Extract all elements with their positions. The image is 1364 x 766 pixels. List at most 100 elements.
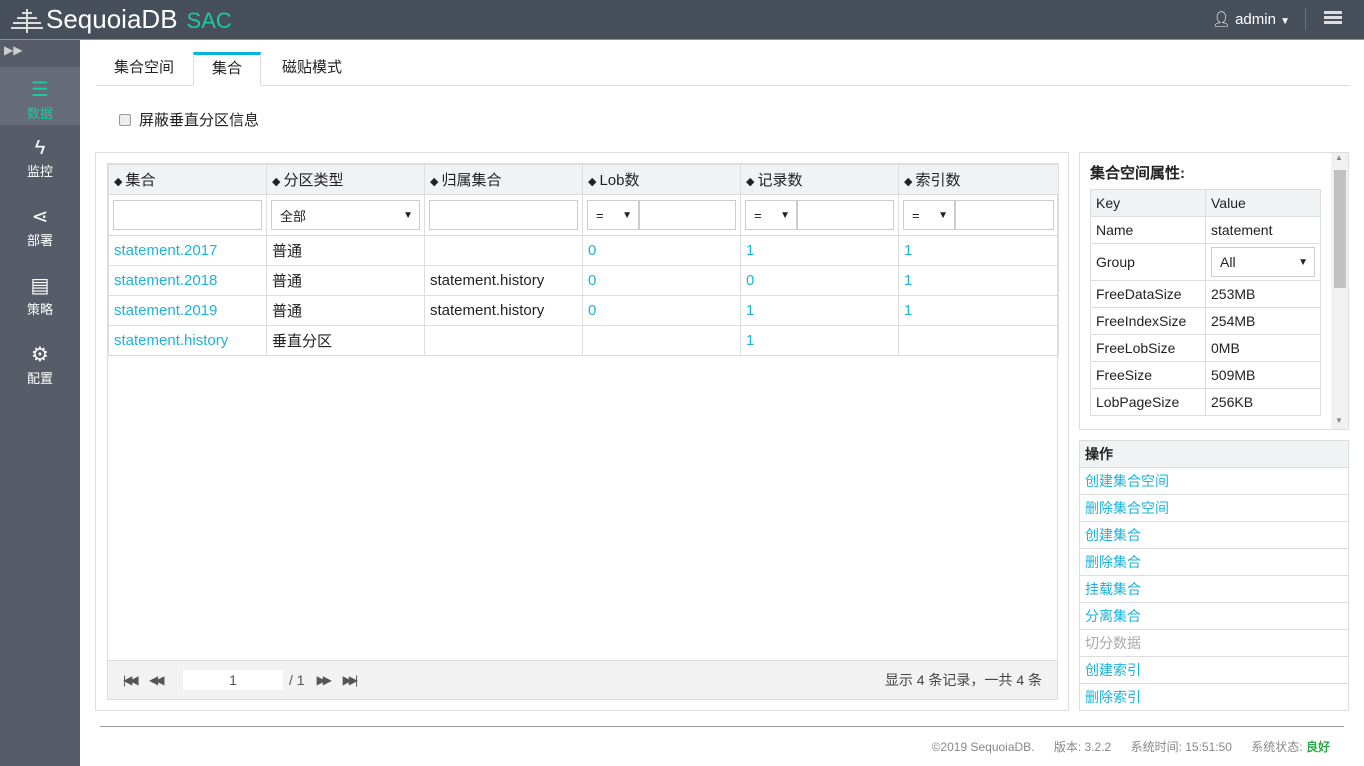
table-row: statement.2017 普通 0 1 1	[108, 235, 1059, 266]
sort-icon: ◆	[272, 176, 281, 188]
tab-tile-mode[interactable]: 磁贴模式	[264, 52, 360, 86]
tab-collection-space[interactable]: 集合空间	[96, 52, 192, 86]
scrollbar[interactable]: ▲ ▼	[1331, 153, 1348, 429]
caret-down-icon: ▼	[1280, 16, 1290, 27]
cell-name[interactable]: statement.2019	[108, 295, 267, 326]
operation-item[interactable]: 创建集合	[1080, 522, 1348, 549]
cell-lob	[582, 325, 741, 356]
bolt-icon: ϟ	[34, 137, 46, 159]
indexes-operator-select[interactable]: = ▼	[903, 200, 955, 230]
property-key: FreeLobSize	[1090, 334, 1206, 362]
menu-icon[interactable]	[1324, 11, 1342, 25]
operation-item[interactable]: 删除集合空间	[1080, 495, 1348, 522]
property-key: Name	[1090, 216, 1206, 244]
records-filter-input[interactable]	[797, 200, 894, 230]
column-header-lob[interactable]: ◆ Lob数	[582, 164, 741, 195]
cell-parent	[424, 235, 583, 266]
sidebar-item-config[interactable]: ⚙ 配置	[0, 332, 80, 401]
cell-name[interactable]: statement.2017	[108, 235, 267, 266]
gears-icon: ⚙	[31, 344, 49, 366]
operation-item[interactable]: 创建集合空间	[1080, 468, 1348, 495]
cell-records: 1	[740, 325, 899, 356]
cell-name[interactable]: statement.history	[108, 325, 267, 356]
next-page-icon[interactable]: ▶▶	[317, 673, 335, 687]
cell-records: 1	[740, 295, 899, 326]
lob-operator-select[interactable]: = ▼	[587, 200, 639, 230]
value-header: Value	[1205, 189, 1321, 217]
tab-bar: 集合空间 集合 磁贴模式	[96, 52, 1350, 86]
sort-icon: ◆	[904, 176, 913, 188]
operation-item[interactable]: 删除索引	[1080, 684, 1348, 711]
table-row: statement.history 垂直分区 1	[108, 325, 1059, 356]
tree-logo-icon	[11, 8, 43, 33]
column-header-parent[interactable]: ◆ 归属集合	[424, 164, 583, 195]
group-select[interactable]: All ▼	[1211, 247, 1315, 277]
share-icon: ⋖	[31, 206, 49, 228]
sidebar-item-label: 策略	[26, 302, 53, 317]
table-row: statement.2019 普通 statement.history 0 1 1	[108, 295, 1059, 326]
indexes-filter-input[interactable]	[955, 200, 1054, 230]
operation-item[interactable]: 挂载集合	[1080, 576, 1348, 603]
expand-sidebar-icon[interactable]: ▶▶	[0, 40, 80, 67]
sidebar-item-strategy[interactable]: ▤ 策略	[0, 263, 80, 332]
sidebar-item-deploy[interactable]: ⋖ 部署	[0, 194, 80, 263]
pagination: |◀◀ ◀◀ 1 / 1 ▶▶ ▶▶| 显示 4 条记录，一共 4 条	[108, 660, 1057, 699]
cell-name[interactable]: statement.2018	[108, 265, 267, 296]
records-operator-select[interactable]: = ▼	[745, 200, 797, 230]
top-header: SequoiaDB SAC 👤︎ admin ▼	[0, 0, 1364, 40]
checkbox[interactable]	[119, 113, 131, 126]
operation-item[interactable]: 分离集合	[1080, 603, 1348, 630]
property-row: Group All ▼	[1090, 243, 1321, 281]
cell-indexes	[898, 325, 1059, 356]
sort-icon: ◆	[746, 176, 755, 188]
username: admin	[1235, 11, 1276, 28]
lob-filter-input[interactable]	[639, 200, 736, 230]
cell-indexes: 1	[898, 265, 1059, 296]
cell-parent	[424, 325, 583, 356]
page-input[interactable]: 1	[183, 670, 283, 690]
key-header: Key	[1090, 189, 1206, 217]
sidebar-item-data[interactable]: ☰ 数据	[0, 67, 80, 125]
tab-collection[interactable]: 集合	[193, 52, 261, 86]
user-icon: 👤︎	[1211, 11, 1231, 28]
status-label: 系统状态:	[1251, 740, 1303, 754]
logo[interactable]: SequoiaDB SAC	[10, 4, 232, 35]
column-header-type[interactable]: ◆ 分区类型	[266, 164, 425, 195]
parent-filter-input[interactable]	[429, 200, 578, 230]
type-filter-select[interactable]: 全部 ▼	[271, 200, 420, 230]
cell-parent: statement.history	[424, 295, 583, 326]
property-key: FreeSize	[1090, 361, 1206, 389]
column-header-name[interactable]: ◆ 集合	[108, 164, 267, 195]
operations-title: 操作	[1080, 441, 1348, 468]
property-value: 509MB	[1205, 361, 1321, 389]
sidebar-item-label: 配置	[26, 371, 53, 386]
sidebar-item-label: 监控	[26, 164, 53, 179]
property-row: FreeSize 509MB	[1090, 361, 1321, 389]
collection-panel: ◆ 集合 ◆ 分区类型 ◆ 归属集合 ◆ Lob数 ◆ 记录数 ◆ 索引数 全部 ▼ = ▼ =…	[95, 152, 1069, 711]
prev-page-icon[interactable]: ◀◀	[149, 673, 167, 687]
cell-type: 普通	[266, 295, 425, 326]
sidebar-item-label: 数据	[26, 106, 53, 121]
operation-item[interactable]: 删除集合	[1080, 549, 1348, 576]
last-page-icon[interactable]: ▶▶|	[343, 673, 361, 687]
first-page-icon[interactable]: |◀◀	[123, 673, 141, 687]
column-header-indexes[interactable]: ◆ 索引数	[898, 164, 1059, 195]
cell-lob: 0	[582, 235, 741, 266]
operation-item[interactable]: 创建索引	[1080, 657, 1348, 684]
property-key: FreeDataSize	[1090, 280, 1206, 308]
cell-lob: 0	[582, 265, 741, 296]
database-icon: ☰	[31, 79, 49, 101]
name-filter-input[interactable]	[113, 200, 262, 230]
product-name: SAC	[186, 7, 232, 33]
sidebar-item-monitor[interactable]: ϟ 监控	[0, 125, 80, 194]
hide-vertical-partition-checkbox[interactable]: 屏蔽垂直分区信息	[119, 109, 259, 130]
user-menu[interactable]: 👤︎ admin ▼	[1212, 10, 1290, 28]
cell-records: 0	[740, 265, 899, 296]
sidebar-item-label: 部署	[26, 233, 53, 248]
property-row: FreeIndexSize 254MB	[1090, 307, 1321, 335]
operation-item: 切分数据	[1080, 630, 1348, 657]
column-header-records[interactable]: ◆ 记录数	[740, 164, 899, 195]
cell-type: 垂直分区	[266, 325, 425, 356]
property-value: 0MB	[1205, 334, 1321, 362]
property-row: LobPageSize 256KB	[1090, 388, 1321, 416]
